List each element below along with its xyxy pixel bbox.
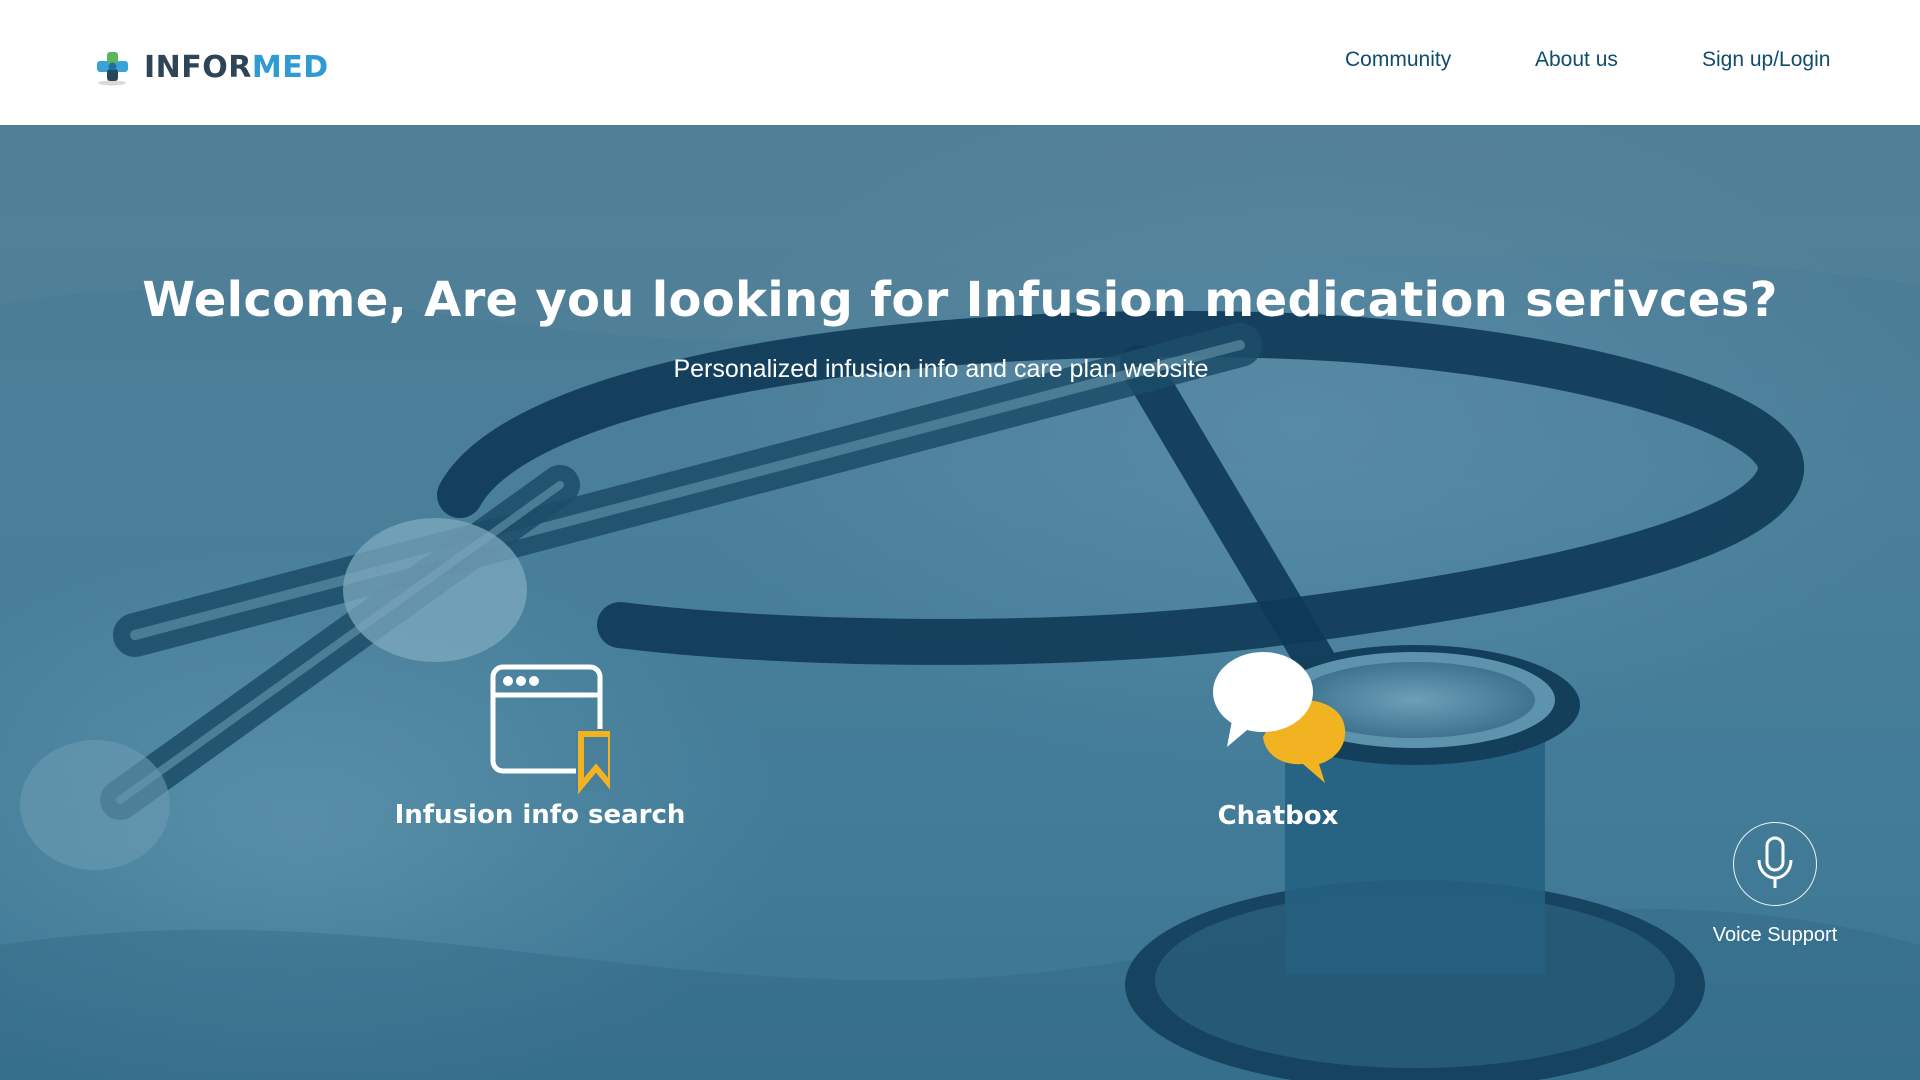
brand-logo[interactable]: INFORMED [92,48,329,88]
brand-wordmark-part2: MED [251,50,329,85]
infusion-info-search-label: Infusion info search [394,800,686,830]
voice-support-button[interactable]: Voice Support [1700,822,1850,947]
browser-bookmark-icon [490,664,610,794]
nav-about-link[interactable]: About us [1535,48,1618,80]
nav-community-link[interactable]: Community [1345,48,1451,80]
nav-signup-login-link[interactable]: Sign up/Login [1702,48,1830,80]
hero-subtitle: Personalized infusion info and care plan… [673,355,1209,383]
stethoscope-background-image [0,125,1920,1080]
hero-title: Welcome, Are you looking for Infusion me… [142,272,1778,328]
brand-wordmark-part1: INFOR [144,50,252,85]
chatbox-button[interactable]: Chatbox [1178,645,1378,831]
page: INFORMED Community About us Sign up/Logi… [0,0,1920,1080]
microphone-icon [1757,836,1793,888]
chatbox-label: Chatbox [1217,801,1339,831]
voice-support-label: Voice Support [1712,924,1838,946]
top-nav-bar: INFORMED Community About us Sign up/Logi… [0,0,1920,125]
infusion-info-search-button[interactable]: Infusion info search [390,658,690,830]
microphone-icon-circle [1733,822,1817,906]
chat-bubbles-icon [1213,652,1346,783]
hero-section: Welcome, Are you looking for Infusion me… [0,125,1920,1080]
puzzle-cross-logo-icon [97,52,128,86]
brand-wordmark: INFORMED [144,53,329,83]
